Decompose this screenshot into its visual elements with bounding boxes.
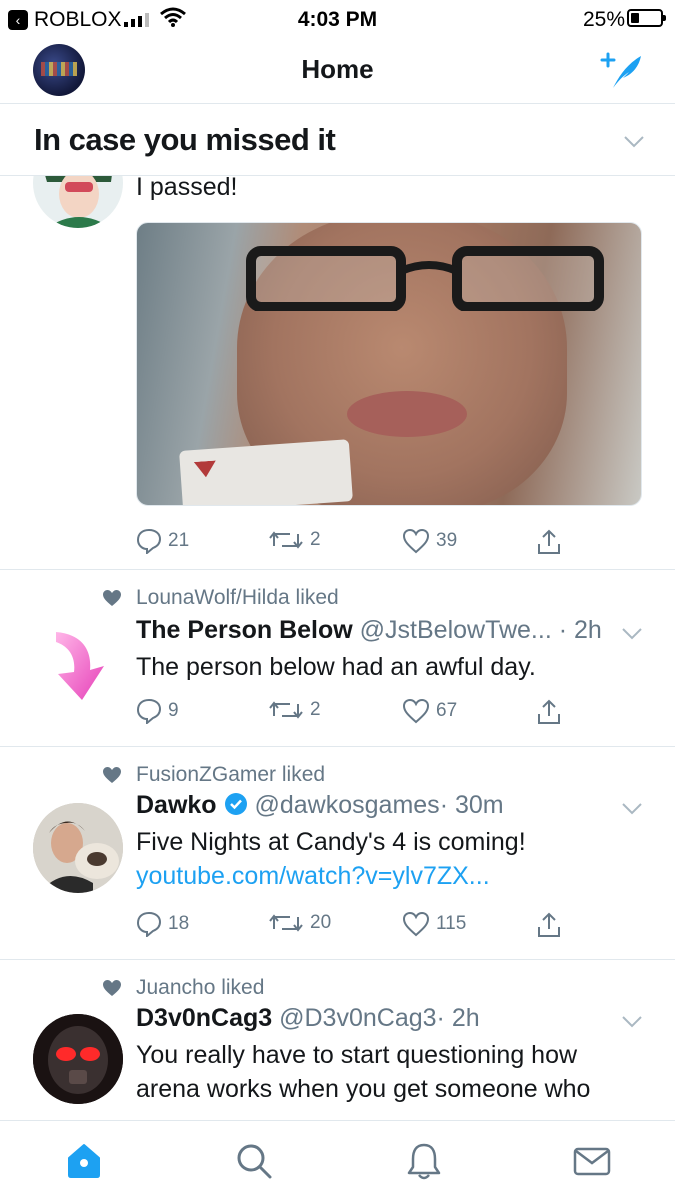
like-button[interactable]: 67 xyxy=(402,698,457,724)
status-bar: ‹ ROBLOX 4:03 PM 25% xyxy=(0,0,675,38)
liked-by-text: LounaWolf/Hilda liked xyxy=(136,586,339,609)
heart-icon xyxy=(103,590,121,606)
tweet[interactable]: LounaWolf/Hilda liked The Person Below @… xyxy=(0,570,675,747)
tweet-actions: 9 2 67 xyxy=(136,698,586,732)
reply-button[interactable]: 21 xyxy=(136,528,189,554)
battery-percent: 25% xyxy=(582,8,625,31)
tweet[interactable]: I passed! 21 2 39 xyxy=(0,176,675,570)
chevron-down-icon[interactable] xyxy=(622,628,642,640)
like-button[interactable]: 115 xyxy=(402,911,466,937)
heart-icon xyxy=(103,980,121,996)
user-handle[interactable]: @JstBelowTwe... xyxy=(360,616,552,644)
like-button[interactable]: 39 xyxy=(402,528,457,554)
like-icon xyxy=(402,698,430,724)
notifications-icon[interactable] xyxy=(404,1141,444,1181)
like-icon xyxy=(402,528,430,554)
tweet-time: · 2h xyxy=(558,616,602,644)
display-name[interactable]: D3v0nCag3 xyxy=(136,1004,272,1032)
liked-by-text: FusionZGamer liked xyxy=(136,763,326,786)
share-icon xyxy=(538,699,560,724)
compose-tweet-icon[interactable] xyxy=(599,50,645,92)
chevron-down-icon[interactable] xyxy=(622,803,642,815)
pink-arrow-icon xyxy=(56,632,104,700)
user-handle[interactable]: @dawkosgames xyxy=(255,791,440,819)
like-count: 39 xyxy=(436,530,458,551)
retweet-icon xyxy=(269,914,303,932)
reply-button[interactable]: 18 xyxy=(136,911,189,937)
tweet-text-line: You really have to start questioning how xyxy=(136,1041,578,1069)
heart-icon xyxy=(103,767,121,783)
reply-count: 18 xyxy=(168,913,190,934)
retweet-count: 2 xyxy=(310,699,321,720)
retweet-count: 20 xyxy=(310,912,332,933)
tweet[interactable]: Juancho liked D3v0nCag3 @D3v0nCag3· 2h Y… xyxy=(0,960,675,1120)
liked-by-context: LounaWolf/Hilda liked xyxy=(102,586,339,610)
photo-lips xyxy=(347,391,467,437)
liked-by-context: FusionZGamer liked xyxy=(102,763,325,787)
liked-by-text: Juancho liked xyxy=(136,976,265,999)
tweet-actions: 18 20 115 xyxy=(136,911,586,945)
tweet-text: The person below had an awful day. xyxy=(136,653,536,681)
retweet-count: 2 xyxy=(310,529,321,550)
tweet-text-line: arena works when you get someone who xyxy=(136,1075,591,1103)
tweet-text: Five Nights at Candy's 4 is coming! xyxy=(136,828,526,856)
retweet-button[interactable]: 20 xyxy=(268,911,331,935)
share-button[interactable] xyxy=(536,698,562,726)
reply-icon xyxy=(136,698,162,724)
like-count: 115 xyxy=(436,913,467,934)
retweet-icon xyxy=(269,531,303,549)
messages-icon[interactable] xyxy=(572,1141,612,1181)
home-icon[interactable] xyxy=(64,1141,104,1181)
search-icon[interactable] xyxy=(234,1141,274,1181)
reply-count: 21 xyxy=(168,530,190,551)
share-button[interactable] xyxy=(536,528,562,556)
glasses-shape xyxy=(246,246,604,311)
avatar[interactable] xyxy=(33,176,123,228)
reply-icon xyxy=(136,528,162,554)
tweet-time: · 2h xyxy=(436,1004,480,1032)
chevron-down-icon[interactable] xyxy=(624,136,644,148)
reply-icon xyxy=(136,911,162,937)
like-icon xyxy=(402,911,430,937)
tweet-header: Dawko @dawkosgames· 30m xyxy=(136,791,504,820)
timeline[interactable]: I passed! 21 2 39 LounaWolf/Hilda liked … xyxy=(0,176,675,1120)
share-icon xyxy=(538,912,560,937)
chevron-down-icon[interactable] xyxy=(622,1016,642,1028)
retweet-icon xyxy=(269,701,303,719)
avatar[interactable] xyxy=(33,1014,123,1104)
share-icon xyxy=(538,529,560,554)
navigation-bar: Home xyxy=(0,38,675,104)
liked-by-context: Juancho liked xyxy=(102,976,264,1000)
verified-badge-icon xyxy=(224,793,247,815)
tab-bar xyxy=(0,1120,675,1200)
user-handle[interactable]: @D3v0nCag3 xyxy=(279,1004,436,1032)
retweet-button[interactable]: 2 xyxy=(268,698,321,722)
tweet-actions: 21 2 39 xyxy=(136,528,586,562)
display-name[interactable]: The Person Below xyxy=(136,616,353,644)
reply-button[interactable]: 9 xyxy=(136,698,179,724)
in-case-you-missed-it-header: In case you missed it xyxy=(0,104,675,176)
avatar[interactable] xyxy=(33,803,123,893)
tweet-time: · 30m xyxy=(439,791,504,819)
page-title: Home xyxy=(301,54,374,84)
battery-icon xyxy=(627,9,666,27)
retweet-button[interactable]: 2 xyxy=(268,528,321,552)
like-count: 67 xyxy=(436,700,458,721)
tweet-header: D3v0nCag3 @D3v0nCag3· 2h xyxy=(136,1004,480,1033)
reply-count: 9 xyxy=(168,700,179,721)
display-name[interactable]: Dawko xyxy=(136,791,217,819)
tweet-photo[interactable] xyxy=(136,222,642,506)
share-button[interactable] xyxy=(536,911,562,939)
tweet-text: I passed! xyxy=(136,176,238,201)
clock: 4:03 PM xyxy=(297,8,378,31)
tweet[interactable]: FusionZGamer liked Dawko @dawkosgames· 3… xyxy=(0,747,675,960)
section-title: In case you missed it xyxy=(34,122,336,157)
id-card xyxy=(179,439,353,505)
tweet-header: The Person Below @JstBelowTwe... · 2h xyxy=(136,616,602,645)
tweet-link[interactable]: youtube.com/watch?v=ylv7ZX... xyxy=(136,859,490,893)
